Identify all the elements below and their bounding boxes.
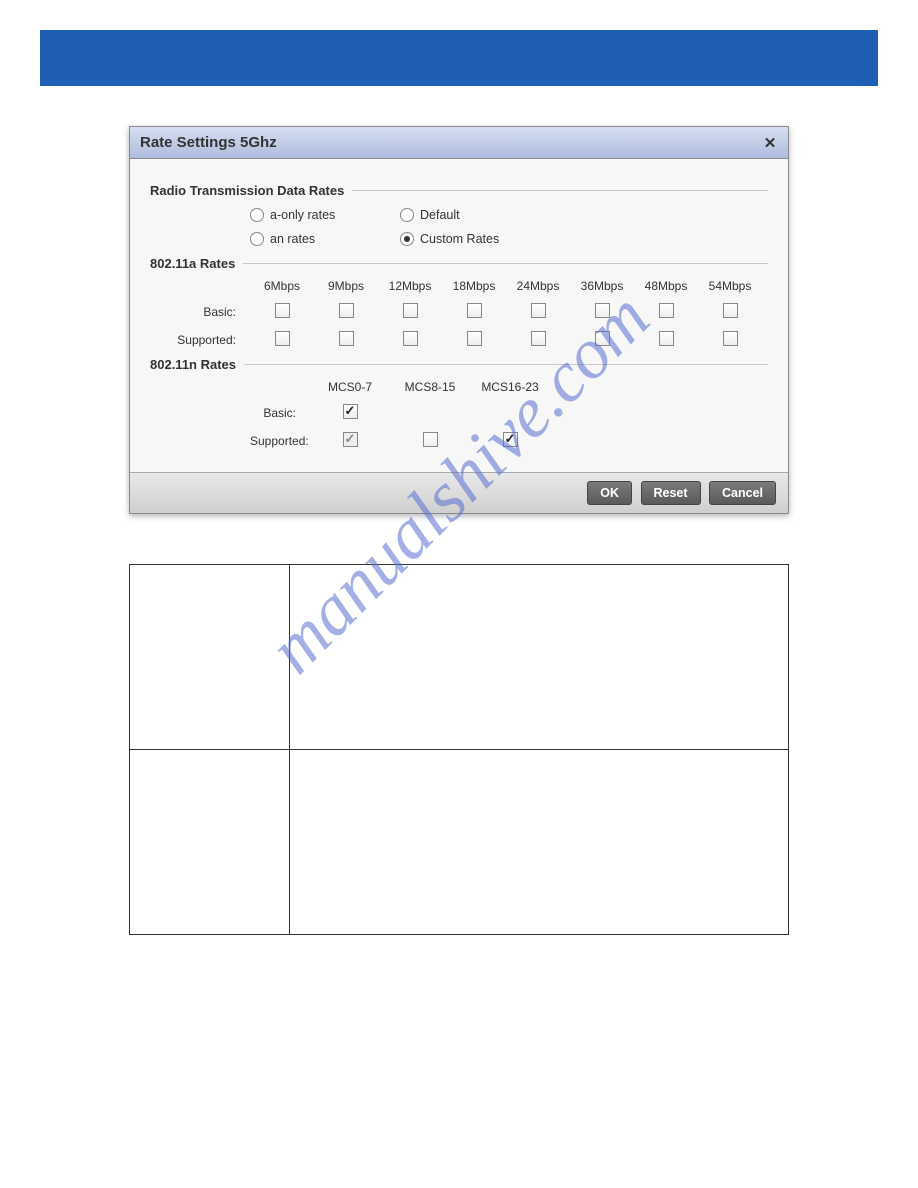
dialog-footer: OK Reset Cancel bbox=[130, 472, 788, 513]
description-table bbox=[129, 564, 789, 935]
a-basic-24[interactable] bbox=[531, 303, 546, 318]
section-802-11n-label: 802.11n Rates bbox=[150, 357, 236, 372]
col-mcs8-15: MCS8-15 bbox=[390, 380, 470, 394]
dialog-titlebar: Rate Settings 5Ghz ✕ bbox=[130, 127, 788, 159]
row-basic-label: Basic: bbox=[150, 305, 250, 319]
a-basic-12[interactable] bbox=[403, 303, 418, 318]
radio-default-label: Default bbox=[420, 208, 460, 222]
rate-mode-radios: a-only rates Default an rates Custom Rat… bbox=[250, 208, 768, 246]
radio-a-only-input[interactable] bbox=[250, 208, 264, 222]
section-transmission-label: Radio Transmission Data Rates bbox=[150, 183, 344, 198]
a-basic-18[interactable] bbox=[467, 303, 482, 318]
n-sup-mcs8-15[interactable] bbox=[423, 432, 438, 447]
row-supported-label: Supported: bbox=[150, 333, 250, 347]
desc-cell-2a bbox=[130, 750, 290, 935]
a-sup-36[interactable] bbox=[595, 331, 610, 346]
n-sup-mcs0-7[interactable] bbox=[343, 432, 358, 447]
desc-cell-1a bbox=[130, 565, 290, 750]
table-row bbox=[130, 750, 789, 935]
section-802-11a-label: 802.11a Rates bbox=[150, 256, 235, 271]
dialog-title: Rate Settings 5Ghz bbox=[140, 134, 277, 151]
rates-a-grid: 6Mbps 9Mbps 12Mbps 18Mbps 24Mbps 36Mbps … bbox=[150, 279, 768, 349]
a-sup-24[interactable] bbox=[531, 331, 546, 346]
a-sup-54[interactable] bbox=[723, 331, 738, 346]
radio-default-input[interactable] bbox=[400, 208, 414, 222]
close-icon[interactable]: ✕ bbox=[762, 135, 778, 151]
radio-an-label: an rates bbox=[270, 232, 315, 246]
section-transmission-rates: Radio Transmission Data Rates bbox=[150, 183, 768, 198]
n-basic-mcs0-7[interactable] bbox=[343, 404, 358, 419]
a-basic-54[interactable] bbox=[723, 303, 738, 318]
ok-button[interactable]: OK bbox=[587, 481, 632, 505]
col-54mbps: 54Mbps bbox=[698, 279, 762, 293]
rates-n-grid: MCS0-7 MCS8-15 MCS16-23 Basic: Supported… bbox=[250, 380, 768, 450]
a-basic-9[interactable] bbox=[339, 303, 354, 318]
reset-button[interactable]: Reset bbox=[641, 481, 701, 505]
a-sup-48[interactable] bbox=[659, 331, 674, 346]
n-supported-label: Supported: bbox=[250, 434, 310, 448]
n-basic-label: Basic: bbox=[250, 406, 310, 420]
desc-cell-2b bbox=[290, 750, 789, 935]
divider bbox=[243, 263, 768, 264]
a-sup-6[interactable] bbox=[275, 331, 290, 346]
section-802-11a: 802.11a Rates bbox=[150, 256, 768, 271]
section-802-11n: 802.11n Rates bbox=[150, 357, 768, 372]
col-24mbps: 24Mbps bbox=[506, 279, 570, 293]
divider bbox=[352, 190, 768, 191]
radio-an[interactable]: an rates bbox=[250, 232, 400, 246]
dialog-body: Radio Transmission Data Rates a-only rat… bbox=[130, 159, 788, 472]
desc-cell-1b bbox=[290, 565, 789, 750]
a-sup-12[interactable] bbox=[403, 331, 418, 346]
page-banner bbox=[40, 30, 878, 86]
col-9mbps: 9Mbps bbox=[314, 279, 378, 293]
a-basic-6[interactable] bbox=[275, 303, 290, 318]
table-row bbox=[130, 565, 789, 750]
a-sup-18[interactable] bbox=[467, 331, 482, 346]
radio-default[interactable]: Default bbox=[400, 208, 550, 222]
a-basic-36[interactable] bbox=[595, 303, 610, 318]
a-basic-48[interactable] bbox=[659, 303, 674, 318]
divider bbox=[244, 364, 768, 365]
radio-custom-input[interactable] bbox=[400, 232, 414, 246]
radio-a-only-label: a-only rates bbox=[270, 208, 335, 222]
n-sup-mcs16-23[interactable] bbox=[503, 432, 518, 447]
radio-an-input[interactable] bbox=[250, 232, 264, 246]
radio-custom[interactable]: Custom Rates bbox=[400, 232, 550, 246]
col-mcs0-7: MCS0-7 bbox=[310, 380, 390, 394]
col-36mbps: 36Mbps bbox=[570, 279, 634, 293]
a-sup-9[interactable] bbox=[339, 331, 354, 346]
radio-a-only[interactable]: a-only rates bbox=[250, 208, 400, 222]
col-12mbps: 12Mbps bbox=[378, 279, 442, 293]
radio-custom-label: Custom Rates bbox=[420, 232, 499, 246]
col-18mbps: 18Mbps bbox=[442, 279, 506, 293]
cancel-button[interactable]: Cancel bbox=[709, 481, 776, 505]
col-mcs16-23: MCS16-23 bbox=[470, 380, 550, 394]
col-6mbps: 6Mbps bbox=[250, 279, 314, 293]
rate-settings-dialog: Rate Settings 5Ghz ✕ Radio Transmission … bbox=[129, 126, 789, 514]
col-48mbps: 48Mbps bbox=[634, 279, 698, 293]
